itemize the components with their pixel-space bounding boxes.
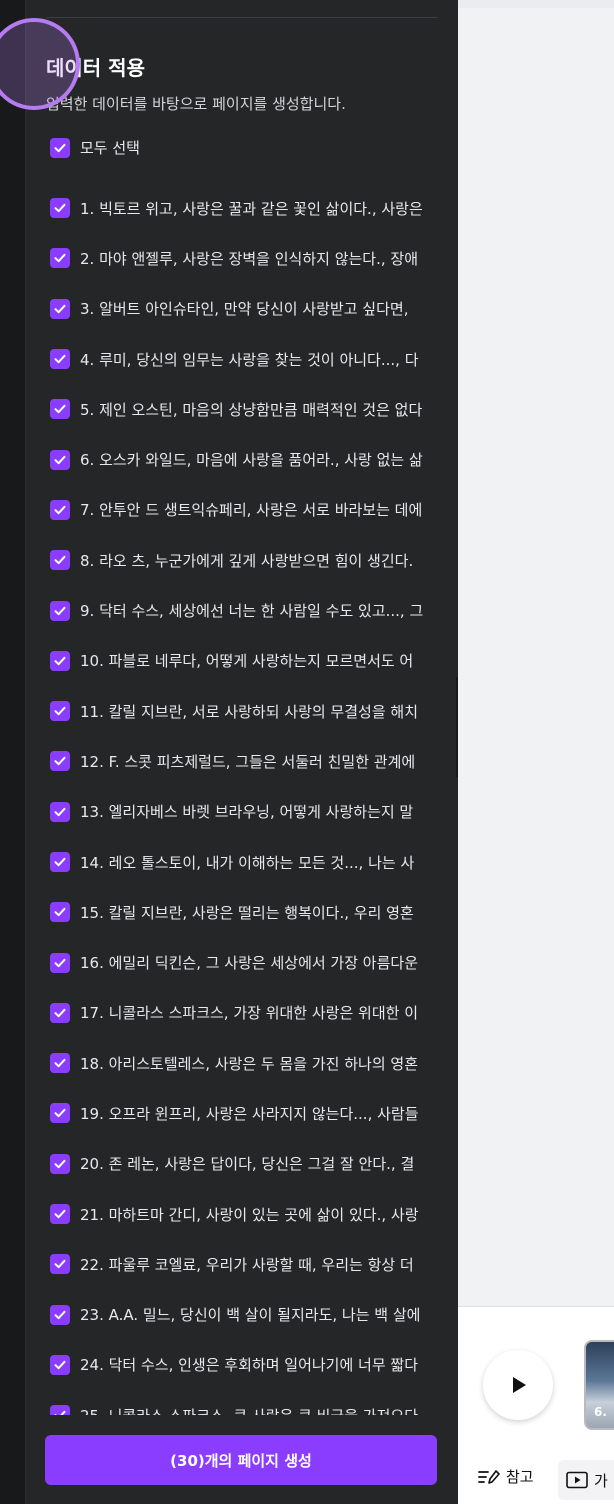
checkbox-checked-icon [50, 137, 70, 158]
generate-pages-button[interactable]: (30)개의 페이지 생성 [45, 1435, 437, 1485]
apply-data-panel: 데이터 적용 입력한 데이터를 바탕으로 페이지를 생성합니다. 모두 선택 1… [26, 0, 479, 1504]
data-row-checkbox[interactable]: 13. 엘리자베스 바렛 브라우닝, 어떻게 사랑하는지 말 [46, 787, 437, 837]
data-row-label: 9. 닥터 수스, 세상에선 너는 한 사람일 수도 있고..., 그 [80, 602, 424, 621]
data-row-checkbox[interactable]: 14. 레오 톨스토이, 내가 이해하는 모든 것..., 나는 사 [46, 837, 437, 887]
checkbox-checked-icon [50, 248, 70, 269]
data-row-checkbox[interactable]: 4. 루미, 당신의 임무는 사랑을 찾는 것이 아니다..., 다 [46, 334, 437, 384]
data-row-label: 21. 마하트마 간디, 사랑이 있는 곳에 삶이 있다., 사랑 [80, 1205, 419, 1224]
data-row-checkbox[interactable]: 15. 칼릴 지브란, 사랑은 떨리는 행복이다., 우리 영혼 [46, 887, 437, 937]
data-row-label: 20. 존 레논, 사랑은 답이다, 당신은 그걸 잘 안다., 결 [80, 1155, 415, 1174]
checkbox-checked-icon [50, 801, 70, 822]
data-row-label: 12. F. 스콧 피츠제럴드, 그들은 서둘러 친밀한 관계에 [80, 752, 416, 771]
checkbox-checked-icon [50, 499, 70, 520]
select-all-checkbox[interactable]: 모두 선택 [50, 137, 140, 158]
checkbox-checked-icon [50, 550, 70, 571]
play-icon [513, 1377, 526, 1393]
data-row-label: 25. 니콜라스 스파크스, 큰 사랑은 큰 비극을 가져오다 [80, 1405, 418, 1415]
data-row-label: 24. 닥터 수스, 인생은 후회하며 일어나기에 너무 짧다 [80, 1356, 419, 1375]
data-row-checkbox[interactable]: 24. 닥터 수스, 인생은 후회하며 일어나기에 너무 짧다 [46, 1340, 437, 1390]
checkbox-checked-icon [50, 701, 70, 722]
data-row-checkbox[interactable]: 22. 파울루 코엘료, 우리가 사랑할 때, 우리는 항상 더 [46, 1239, 437, 1289]
data-row-label: 23. A.A. 밀느, 당신이 백 살이 될지라도, 나는 백 살에 [80, 1306, 421, 1325]
checkbox-checked-icon [50, 600, 70, 621]
data-row-checkbox[interactable]: 18. 아리스토텔레스, 사랑은 두 몸을 가진 하나의 영혼 [46, 1038, 437, 1088]
panel-subtitle: 입력한 데이터를 바탕으로 페이지를 생성합니다. [46, 95, 346, 113]
data-row-label: 22. 파울루 코엘료, 우리가 사랑할 때, 우리는 항상 더 [80, 1255, 414, 1274]
checkbox-checked-icon [50, 1354, 70, 1375]
data-row-label: 4. 루미, 당신의 임무는 사랑을 찾는 것이 아니다..., 다 [80, 350, 419, 369]
data-row-checkbox[interactable]: 3. 알버트 아인슈타인, 만약 당신이 사랑받고 싶다면, [46, 284, 437, 334]
data-row-label: 3. 알버트 아인슈타인, 만약 당신이 사랑받고 싶다면, [80, 300, 409, 319]
checkbox-checked-icon [50, 1103, 70, 1124]
data-row-checkbox[interactable]: 8. 라오 츠, 누군가에게 깊게 사랑받으면 힘이 생긴다. [46, 535, 437, 585]
present-button[interactable]: 가 [558, 1460, 614, 1500]
checkbox-checked-icon [50, 298, 70, 319]
data-row-checkbox[interactable]: 17. 니콜라스 스파크스, 가장 위대한 사랑은 위대한 이 [46, 988, 437, 1038]
checkbox-checked-icon [50, 952, 70, 973]
panel-title: 데이터 적용 [46, 56, 145, 80]
data-row-label: 14. 레오 톨스토이, 내가 이해하는 모든 것..., 나는 사 [80, 853, 415, 872]
data-row-checkbox[interactable]: 23. A.A. 밀느, 당신이 백 살이 될지라도, 나는 백 살에 [46, 1290, 437, 1340]
data-row-label: 18. 아리스토텔레스, 사랑은 두 몸을 가진 하나의 영혼 [80, 1054, 419, 1073]
data-row-checkbox[interactable]: 2. 마야 앤젤루, 사랑은 장벽을 인식하지 않는다., 장애 [46, 233, 437, 283]
data-row-checkbox[interactable]: 20. 존 레논, 사랑은 답이다, 당신은 그걸 잘 안다., 결 [46, 1139, 437, 1189]
data-row-checkbox[interactable]: 19. 오프라 윈프리, 사랑은 사라지지 않는다..., 사람들 [46, 1088, 437, 1138]
checkbox-checked-icon [50, 1053, 70, 1074]
checkbox-checked-icon [50, 852, 70, 872]
notes-button[interactable]: 참고 [478, 1466, 534, 1487]
left-toolbar [0, 0, 26, 1504]
data-row-checkbox[interactable]: 9. 닥터 수스, 세상에선 너는 한 사람일 수도 있고..., 그 [46, 585, 437, 635]
data-row-list: 1. 빅토르 위고, 사랑은 꿀과 같은 꽃인 삶이다., 사랑은 2. 마야 앤… [46, 183, 437, 1415]
data-row-checkbox[interactable]: 10. 파블로 네루다, 어떻게 사랑하는지 모르면서도 어 [46, 636, 437, 686]
notes-label: 참고 [506, 1468, 534, 1486]
checkbox-checked-icon [50, 1254, 70, 1275]
data-row-label: 5. 제인 오스틴, 마음의 상냥함만큼 매력적인 것은 없다 [80, 400, 423, 419]
present-label: 가 [594, 1471, 608, 1490]
checkbox-checked-icon [50, 1153, 70, 1174]
checkbox-checked-icon [50, 449, 70, 470]
data-row-checkbox[interactable]: 25. 니콜라스 스파크스, 큰 사랑은 큰 비극을 가져오다 [46, 1390, 437, 1415]
checkbox-checked-icon [50, 1304, 70, 1325]
design-canvas[interactable] [458, 8, 614, 1306]
data-row-label: 7. 안투안 드 생트익슈페리, 사랑은 서로 바라보는 데에 [80, 501, 423, 520]
checkbox-checked-icon [50, 1002, 70, 1023]
checkbox-checked-icon [50, 1405, 70, 1415]
checkbox-checked-icon [50, 902, 70, 923]
data-row-label: 10. 파블로 네루다, 어떻게 사랑하는지 모르면서도 어 [80, 652, 414, 671]
data-row-label: 15. 칼릴 지브란, 사랑은 떨리는 행복이다., 우리 영혼 [80, 903, 414, 922]
data-row-label: 16. 에밀리 딕킨슨, 그 사랑은 세상에서 가장 아름다운 [80, 954, 419, 973]
data-row-checkbox[interactable]: 7. 안투안 드 생트익슈페리, 사랑은 서로 바라보는 데에 [46, 485, 437, 535]
data-row-label: 17. 니콜라스 스파크스, 가장 위대한 사랑은 위대한 이 [80, 1004, 419, 1023]
checkbox-checked-icon [50, 751, 70, 772]
panel-divider [46, 17, 438, 18]
data-row-label: 1. 빅토르 위고, 사랑은 꿀과 같은 꽃인 삶이다., 사랑은 [80, 199, 423, 218]
data-row-checkbox[interactable]: 16. 에밀리 딕킨슨, 그 사랑은 세상에서 가장 아름다운 [46, 937, 437, 987]
data-row-label: 11. 칼릴 지브란, 서로 사랑하되 사랑의 무결성을 해치 [80, 702, 419, 721]
play-button[interactable] [483, 1350, 553, 1420]
data-row-label: 6. 오스카 와일드, 마음에 사랑을 품어라., 사랑 없는 삶 [80, 451, 423, 470]
checkbox-checked-icon [50, 198, 70, 219]
data-row-checkbox[interactable]: 12. F. 스콧 피츠제럴드, 그들은 서둘러 친밀한 관계에 [46, 736, 437, 786]
data-row-checkbox[interactable]: 21. 마하트마 간디, 사랑이 있는 곳에 삶이 있다., 사랑 [46, 1189, 437, 1239]
data-row-label: 2. 마야 앤젤루, 사랑은 장벽을 인식하지 않는다., 장애 [80, 249, 418, 268]
data-row-label: 19. 오프라 윈프리, 사랑은 사라지지 않는다..., 사람들 [80, 1104, 419, 1123]
data-row-checkbox[interactable]: 1. 빅토르 위고, 사랑은 꿀과 같은 꽃인 삶이다., 사랑은 [46, 183, 437, 233]
checkbox-checked-icon [50, 650, 70, 671]
data-row-label: 13. 엘리자베스 바렛 브라우닝, 어떻게 사랑하는지 말 [80, 803, 414, 822]
presentation-icon [566, 1471, 588, 1489]
select-all-label: 모두 선택 [80, 139, 140, 157]
notes-pencil-icon [478, 1469, 500, 1484]
page-thumbnail-number: 6. [594, 1405, 607, 1419]
data-row-checkbox[interactable]: 6. 오스카 와일드, 마음에 사랑을 품어라., 사랑 없는 삶 [46, 434, 437, 484]
data-row-label: 8. 라오 츠, 누군가에게 깊게 사랑받으면 힘이 생긴다. [80, 551, 414, 570]
checkbox-checked-icon [50, 349, 70, 370]
checkbox-checked-icon [50, 1204, 70, 1225]
data-row-checkbox[interactable]: 5. 제인 오스틴, 마음의 상냥함만큼 매력적인 것은 없다 [46, 384, 437, 434]
checkbox-checked-icon [50, 399, 70, 420]
data-row-checkbox[interactable]: 11. 칼릴 지브란, 서로 사랑하되 사랑의 무결성을 해치 [46, 686, 437, 736]
